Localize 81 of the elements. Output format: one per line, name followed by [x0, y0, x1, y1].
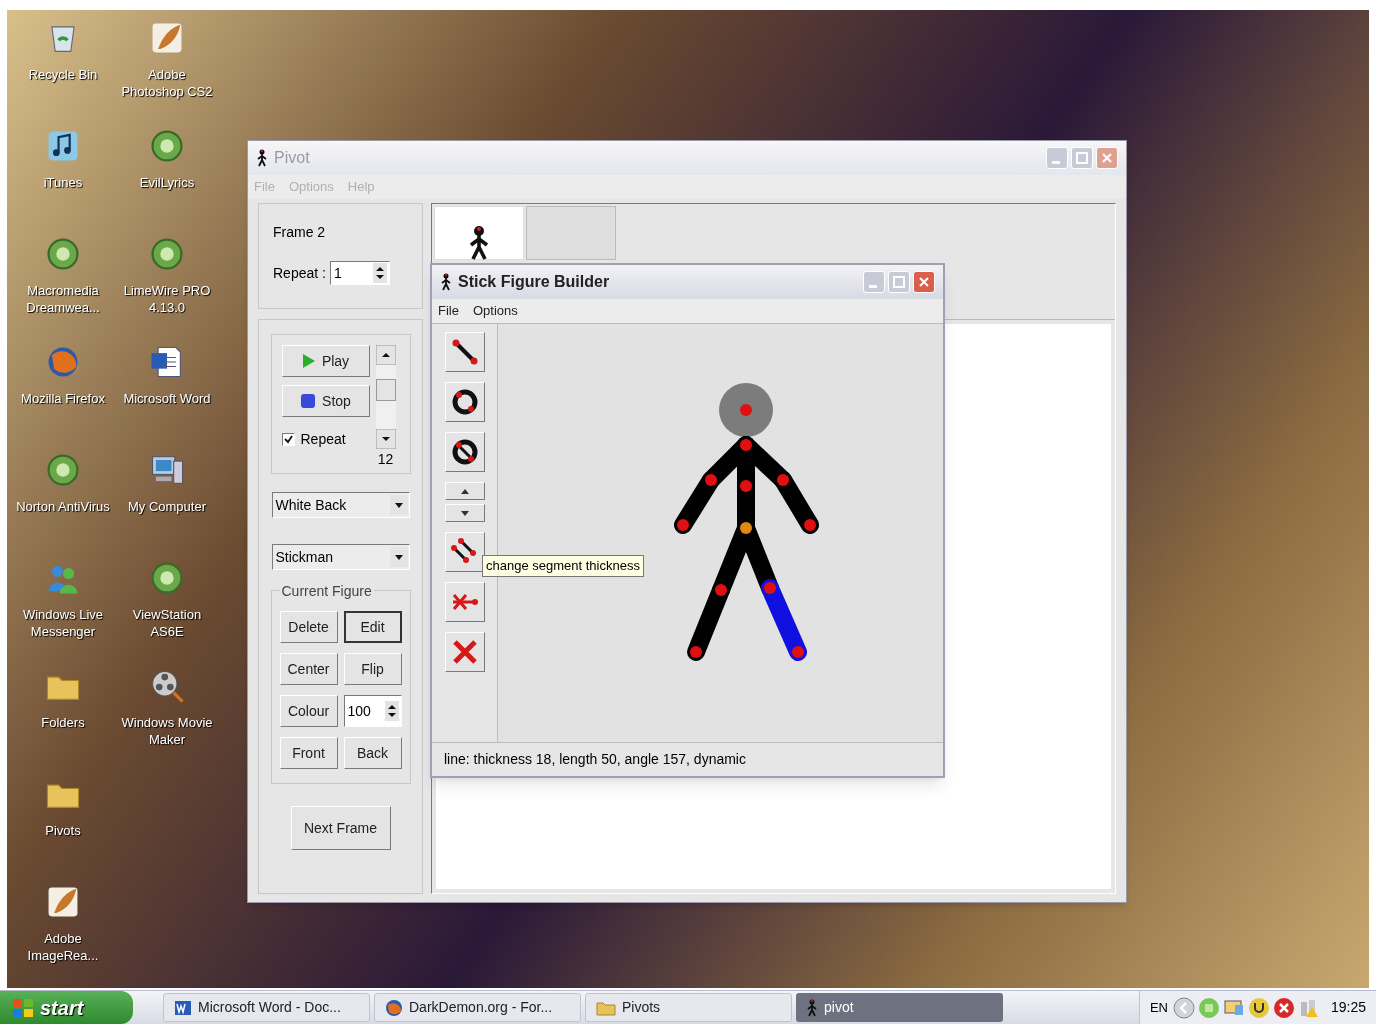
spin-arrows-icon[interactable]	[384, 701, 399, 721]
thickness-down-button[interactable]	[444, 504, 485, 522]
minimize-icon	[1051, 160, 1060, 164]
minimize-icon	[868, 284, 877, 288]
scroll-down-arrow-icon[interactable]	[375, 429, 396, 449]
speed-reading: 12	[377, 450, 394, 469]
close-icon	[918, 276, 930, 288]
play-button[interactable]: Play	[281, 345, 370, 377]
frame-thumbnail[interactable]	[434, 206, 524, 260]
desktop-icon-label[interactable]: Windows Movie Maker	[115, 714, 219, 748]
maximize-icon	[893, 276, 905, 288]
stick-figure-icon	[256, 149, 268, 167]
desktop-icon-label[interactable]: LimeWire PRO 4.13.0	[115, 282, 219, 316]
figure-button[interactable]: Center	[279, 653, 338, 685]
order-button[interactable]: Back	[343, 737, 402, 769]
taskbar-button[interactable]: DarkDemon.org - For...	[374, 993, 581, 1022]
language-indicator[interactable]: EN	[1149, 997, 1168, 1018]
start-button[interactable]: start	[0, 991, 133, 1024]
dropdown[interactable]: Stickman	[271, 544, 410, 570]
close-button[interactable]	[913, 271, 935, 293]
maximize-icon	[1076, 152, 1088, 164]
desktop-icon-label[interactable]: Norton AntiVirus	[14, 498, 112, 515]
spin-arrows-icon[interactable]	[372, 263, 387, 283]
scrollbar-thumb[interactable]	[375, 379, 396, 401]
figure-button[interactable]: Delete	[279, 611, 338, 643]
desktop-icon-label[interactable]: My Computer	[126, 498, 208, 515]
taskbar-button[interactable]: Pivots	[585, 993, 792, 1022]
menu-item[interactable]: Options	[472, 301, 518, 321]
tool-button[interactable]	[444, 332, 485, 372]
next-frame-button[interactable]: Next Frame	[290, 806, 391, 850]
window-title: Stick Figure Builder	[458, 272, 611, 292]
checkbox[interactable]	[281, 432, 295, 446]
desktop-icon-label[interactable]: Pivots	[43, 822, 83, 839]
tooltip: change segment thickness	[482, 555, 644, 577]
frame-label: Frame 2	[273, 223, 327, 242]
desktop-icon-label[interactable]: Adobe ImageRea...	[11, 930, 115, 964]
error-icon[interactable]	[1272, 996, 1295, 1019]
desktop-icon-label[interactable]: Windows Live Messenger	[11, 606, 115, 640]
document-icon	[174, 999, 192, 1016]
stop-button[interactable]: Stop	[281, 385, 370, 417]
status-text: line: thickness 18, length 50, angle 157, dynamic	[444, 750, 746, 769]
desktop-icon-label[interactable]: Folders	[39, 714, 87, 731]
stick-figure-icon	[467, 225, 491, 261]
repeat-checkbox[interactable]: Repeat	[281, 425, 370, 453]
windows-logo-icon	[12, 997, 34, 1018]
dropdown-value: White Back	[274, 495, 348, 515]
tool-button[interactable]	[444, 432, 485, 472]
tool-button[interactable]	[444, 532, 485, 572]
taskbar-button[interactable]: Microsoft Word - Doc...	[163, 993, 370, 1022]
order-button[interactable]: Front	[279, 737, 338, 769]
close-icon	[1101, 152, 1113, 164]
figure-button[interactable]: Flip	[343, 653, 402, 685]
desktop-icon-label[interactable]: ViewStation AS6E	[115, 606, 219, 640]
stop-icon	[300, 393, 317, 409]
spin-value: 100	[346, 701, 372, 721]
spin-field[interactable]: 100	[343, 695, 402, 727]
figure-button[interactable]: Colour	[279, 695, 338, 727]
frame-thumbnail[interactable]	[526, 206, 616, 260]
taskbar-button[interactable]: pivot	[796, 993, 1003, 1022]
clock[interactable]: 19:25	[1330, 997, 1366, 1018]
menu-item[interactable]: File	[438, 301, 459, 321]
repeat-label: Repeat :	[273, 263, 326, 283]
down-arrow-icon	[460, 510, 469, 516]
tool-button[interactable]	[444, 382, 485, 422]
globe-icon	[385, 998, 403, 1017]
desktop-icon-label[interactable]: Microsoft Word	[121, 390, 213, 407]
folder-icon	[596, 999, 616, 1016]
speed-scrollbar[interactable]	[375, 345, 396, 449]
spin-field[interactable]: 1	[329, 261, 390, 285]
stick-figure-icon	[440, 273, 452, 291]
stick-figure-icon	[806, 998, 818, 1017]
spin-value: 1	[332, 263, 343, 283]
figure-button[interactable]: Edit	[343, 611, 402, 643]
scroll-up-arrow-icon[interactable]	[375, 345, 396, 365]
dropdown[interactable]: White Back	[271, 492, 410, 518]
window-title: Pivot	[274, 148, 311, 168]
dropdown-value: Stickman	[274, 547, 335, 567]
play-icon	[301, 353, 316, 369]
desktop-icon-label[interactable]: Mozilla Firefox	[19, 390, 107, 407]
up-arrow-icon	[460, 488, 469, 494]
thickness-up-button[interactable]	[444, 482, 485, 500]
